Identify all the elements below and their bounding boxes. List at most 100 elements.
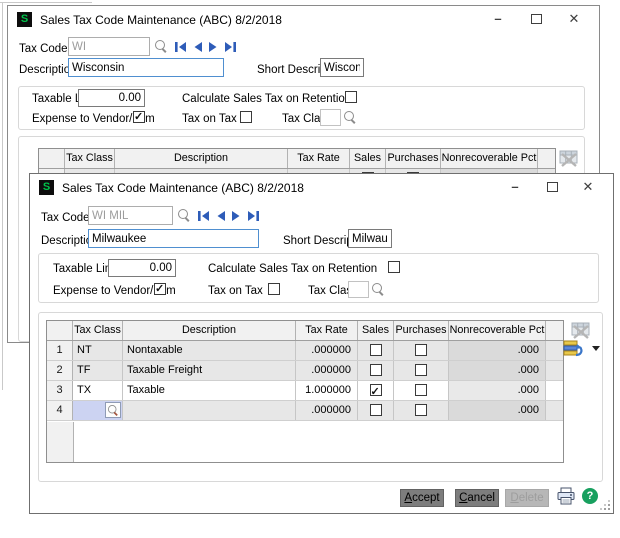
- spacer-cell: [546, 381, 563, 400]
- calc-retention-checkbox[interactable]: [388, 261, 400, 273]
- tax-on-tax-label: Tax on Tax: [208, 285, 263, 297]
- description-header: Description: [115, 149, 288, 168]
- sales-checkbox[interactable]: [370, 344, 382, 356]
- nonrecoverable-pct-header: Nonrecoverable Pct: [449, 321, 546, 340]
- table-row[interactable]: 1NTNontaxable.000000.000: [47, 341, 563, 361]
- tax-code-input[interactable]: [88, 206, 173, 225]
- record-navigation: [174, 41, 237, 53]
- delete-button[interactable]: Delete: [505, 489, 549, 507]
- tax-class-table: Tax Class Description Tax Rate Sales Pur…: [46, 320, 564, 463]
- nonrecoverable-pct-cell: .000: [449, 341, 546, 360]
- table-row[interactable]: 3TXTaxable1.000000.000: [47, 381, 563, 401]
- spacer-cell: [546, 361, 563, 380]
- purchases-checkbox[interactable]: [415, 384, 427, 396]
- window-title: Sales Tax Code Maintenance (ABC) 8/2/201…: [62, 181, 304, 195]
- previous-record-icon[interactable]: [215, 210, 226, 222]
- description-input[interactable]: [68, 58, 224, 77]
- row-number-cell: 2: [47, 361, 73, 380]
- tax-on-tax-checkbox[interactable]: [268, 283, 280, 295]
- magnifier-lookup-icon[interactable]: [371, 282, 386, 297]
- dropdown-caret-icon[interactable]: [592, 346, 600, 351]
- purchases-cell: [394, 341, 449, 360]
- next-record-icon[interactable]: [208, 41, 219, 53]
- description-cell: Nontaxable: [123, 341, 296, 360]
- tax-on-tax-label: Tax on Tax: [182, 113, 237, 125]
- first-record-icon[interactable]: [174, 41, 187, 53]
- tax-rate-cell: .000000: [296, 361, 358, 380]
- sales-cell: [358, 361, 394, 380]
- clear-grid-icon[interactable]: [558, 148, 580, 168]
- magnifier-lookup-icon[interactable]: [154, 39, 169, 54]
- maximize-icon: [547, 182, 558, 192]
- taxable-limit-input[interactable]: [78, 89, 145, 107]
- tax-class-input[interactable]: [348, 281, 369, 298]
- description-input[interactable]: [88, 229, 259, 248]
- accept-button[interactable]: Accept: [400, 489, 444, 507]
- sales-checkbox[interactable]: [370, 364, 382, 376]
- maximize-button[interactable]: [525, 10, 547, 28]
- purchases-checkbox[interactable]: [415, 364, 427, 376]
- cancel-button[interactable]: Cancel: [455, 489, 499, 507]
- previous-record-icon[interactable]: [192, 41, 203, 53]
- row-number-header: [39, 149, 65, 168]
- taxable-limit-input[interactable]: [108, 259, 176, 277]
- table-row[interactable]: 2TFTaxable Freight.000000.000: [47, 361, 563, 381]
- titlebar[interactable]: S Sales Tax Code Maintenance (ABC) 8/2/2…: [8, 6, 599, 34]
- calc-retention-checkbox[interactable]: [345, 91, 357, 103]
- short-description-input[interactable]: [320, 58, 364, 77]
- sales-checkbox[interactable]: [370, 404, 382, 416]
- tax-code-label: Tax Code: [19, 43, 68, 55]
- print-icon[interactable]: [556, 487, 576, 506]
- magnifier-lookup-icon[interactable]: [177, 208, 192, 223]
- clear-grid-icon[interactable]: [570, 320, 592, 340]
- description-header: Description: [123, 321, 296, 340]
- tax-class-input[interactable]: [320, 109, 341, 126]
- tax-rate-cell: 1.000000: [296, 381, 358, 400]
- last-record-icon[interactable]: [247, 210, 260, 222]
- purchases-checkbox[interactable]: [415, 344, 427, 356]
- sage-app-icon: S: [39, 180, 54, 195]
- nonrecoverable-pct-cell: .000: [449, 401, 546, 420]
- purchases-checkbox[interactable]: [415, 404, 427, 416]
- tax-class-cell: TF: [73, 361, 123, 380]
- maximize-icon: [531, 14, 542, 24]
- tax-class-cell: [73, 401, 123, 420]
- calc-retention-label: Calculate Sales Tax on Retention: [208, 263, 377, 275]
- table-row[interactable]: 4.000000.000: [47, 401, 563, 421]
- expense-vendor-checkbox[interactable]: [154, 283, 166, 295]
- short-description-input[interactable]: [348, 229, 392, 248]
- expense-vendor-checkbox[interactable]: [133, 111, 145, 123]
- resize-grip[interactable]: [600, 500, 610, 510]
- window-title: Sales Tax Code Maintenance (ABC) 8/2/201…: [40, 13, 282, 27]
- magnifier-lookup-icon[interactable]: [343, 110, 358, 125]
- record-navigation: [197, 210, 260, 222]
- outer-frame-line: [2, 2, 3, 390]
- grid-customize-icon[interactable]: [563, 340, 585, 358]
- tax-class-lookup-button[interactable]: [105, 402, 121, 418]
- help-icon[interactable]: [582, 488, 598, 504]
- row-number-cell: 3: [47, 381, 73, 400]
- tax-class-header: Tax Class: [73, 321, 123, 340]
- row-number-header: [47, 321, 73, 340]
- nonrecoverable-pct-cell: .000: [449, 361, 546, 380]
- maximize-button[interactable]: [541, 178, 563, 196]
- tax-code-input[interactable]: [68, 37, 150, 56]
- last-record-icon[interactable]: [224, 41, 237, 53]
- minimize-button[interactable]: [504, 178, 526, 196]
- minimize-button[interactable]: [487, 10, 509, 28]
- calc-retention-label: Calculate Sales Tax on Retention: [182, 93, 351, 105]
- spacer-cell: [546, 401, 563, 420]
- sales-cell: [358, 381, 394, 400]
- titlebar[interactable]: S Sales Tax Code Maintenance (ABC) 8/2/2…: [30, 174, 613, 202]
- close-button[interactable]: [577, 178, 599, 196]
- empty-row-number-column: [47, 422, 74, 463]
- tax-on-tax-checkbox[interactable]: [240, 111, 252, 123]
- sales-checkbox[interactable]: [370, 384, 382, 396]
- tax-options-groupbox: Taxable Limit Calculate Sales Tax on Ret…: [18, 86, 585, 130]
- close-button[interactable]: [563, 10, 585, 28]
- first-record-icon[interactable]: [197, 210, 210, 222]
- purchases-header: Purchases: [386, 149, 441, 168]
- purchases-cell: [394, 401, 449, 420]
- purchases-cell: [394, 381, 449, 400]
- next-record-icon[interactable]: [231, 210, 242, 222]
